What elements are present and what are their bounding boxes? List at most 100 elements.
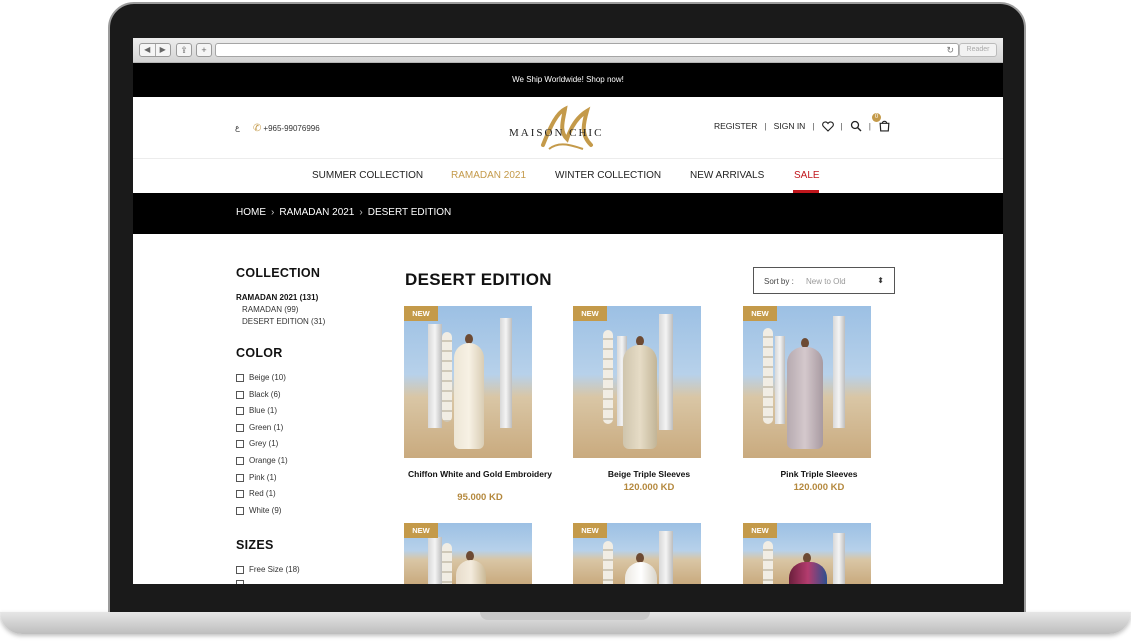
breadcrumb-current: DESERT EDITION — [367, 207, 452, 218]
nav-summer-collection[interactable]: SUMMER COLLECTION — [312, 170, 423, 181]
phone-link[interactable]: ✆ +965-99076996 — [253, 123, 320, 134]
model-dress — [623, 345, 657, 449]
sculpture-spheres — [603, 330, 613, 424]
model-dress — [454, 343, 484, 449]
laptop-notch — [480, 612, 650, 620]
checkbox[interactable] — [236, 580, 244, 584]
new-badge: NEW — [404, 523, 438, 538]
size-filter-free-size[interactable]: Free Size (18) — [236, 565, 300, 574]
color-filter-label: Grey (1) — [249, 439, 279, 448]
checkbox[interactable] — [236, 390, 244, 399]
collection-item[interactable]: DESERT EDITION (31) — [242, 317, 325, 326]
sculpture-spheres — [442, 332, 452, 422]
search-icon[interactable] — [850, 120, 862, 132]
sculpture-pillar — [428, 537, 442, 584]
nav-new-arrivals[interactable]: NEW ARRIVALS — [690, 170, 764, 181]
page-scrollbar[interactable] — [999, 38, 1003, 584]
color-filter-beige[interactable]: Beige (10) — [236, 373, 286, 382]
size-filter-partial[interactable] — [236, 580, 249, 584]
checkbox[interactable] — [236, 506, 244, 515]
product-name[interactable]: Chiffon White and Gold Embroidery — [404, 469, 556, 479]
nav-sale[interactable]: SALE — [794, 170, 820, 181]
product-name[interactable]: Pink Triple Sleeves — [743, 469, 895, 479]
site-logo[interactable]: MAISON CHIC — [503, 105, 633, 151]
color-filter-label: Red (1) — [249, 489, 276, 498]
checkbox[interactable] — [236, 423, 244, 432]
header-actions: REGISTER | SIGN IN | | | 0 — [714, 113, 892, 136]
back-forward-buttons[interactable]: ◀ ▶ — [139, 43, 171, 57]
breadcrumb-home[interactable]: HOME — [236, 207, 266, 218]
checkbox[interactable] — [236, 406, 244, 415]
color-filter-blue[interactable]: Blue (1) — [236, 406, 277, 415]
new-badge: NEW — [573, 306, 607, 321]
color-filter-grey[interactable]: Grey (1) — [236, 439, 278, 448]
breadcrumb: HOME › RAMADAN 2021 › DESERT EDITION — [133, 193, 1003, 234]
logo-wordmark: MAISON CHIC — [509, 127, 604, 139]
product-price: 120.000 KD — [793, 482, 845, 493]
new-badge: NEW — [404, 306, 438, 321]
collection-heading: COLLECTION — [236, 266, 321, 280]
sculpture-spheres — [763, 328, 773, 424]
select-arrows-icon: ⬍ — [877, 276, 884, 285]
color-filter-label: White (9) — [249, 506, 282, 515]
nav-winter-collection[interactable]: WINTER COLLECTION — [555, 170, 661, 181]
breadcrumb-ramadan-2021[interactable]: RAMADAN 2021 — [279, 207, 354, 218]
shopping-bag-icon — [879, 120, 890, 132]
checkbox[interactable] — [236, 473, 244, 482]
share-icon[interactable]: ⇪ — [176, 43, 192, 57]
new-tab-icon[interactable]: + — [196, 43, 212, 57]
reader-button[interactable]: Reader — [959, 43, 997, 57]
browser-toolbar: ◀ ▶ ⇪ + ↻ Reader — [133, 38, 1003, 63]
new-badge: NEW — [743, 306, 777, 321]
color-filter-label: Beige (10) — [249, 373, 286, 382]
model-dress — [625, 562, 657, 584]
reload-icon[interactable]: ↻ — [946, 44, 954, 56]
sculpture-pillar — [775, 336, 785, 424]
sign-in-link[interactable]: SIGN IN — [774, 121, 806, 131]
address-bar[interactable]: ↻ — [215, 43, 959, 57]
color-filter-label: Green (1) — [249, 423, 284, 432]
forward-icon[interactable]: ▶ — [154, 44, 171, 56]
cart-count-badge: 0 — [871, 113, 881, 122]
checkbox[interactable] — [236, 456, 244, 465]
cart-button[interactable]: 0 — [871, 113, 892, 133]
sculpture-pillar — [659, 531, 673, 584]
color-filter-white[interactable]: White (9) — [236, 506, 281, 515]
chevron-right-icon: › — [359, 207, 363, 218]
promo-banner[interactable]: We Ship Worldwide! Shop now! — [133, 63, 1003, 97]
nav-ramadan-2021[interactable]: RAMADAN 2021 — [451, 170, 526, 181]
sculpture-spheres — [763, 541, 773, 584]
register-link[interactable]: REGISTER — [714, 121, 757, 131]
color-heading: COLOR — [236, 346, 283, 360]
color-filter-red[interactable]: Red (1) — [236, 489, 276, 498]
color-filter-black[interactable]: Black (6) — [236, 390, 281, 399]
sort-dropdown[interactable]: Sort by : New to Old ⬍ — [753, 267, 895, 294]
color-filter-orange[interactable]: Orange (1) — [236, 456, 288, 465]
language-switch[interactable]: ع — [235, 123, 240, 132]
collection-item[interactable]: RAMADAN 2021 (131) — [236, 293, 318, 302]
product-name[interactable]: Beige Triple Sleeves — [573, 469, 725, 479]
checkbox[interactable] — [236, 439, 244, 448]
checkbox[interactable] — [236, 565, 244, 574]
model-dress — [789, 562, 827, 584]
heart-icon[interactable] — [821, 120, 834, 132]
color-filter-green[interactable]: Green (1) — [236, 423, 283, 432]
sculpture-pillar — [833, 316, 845, 428]
sculpture-spheres — [603, 541, 613, 584]
divider: | — [840, 121, 843, 131]
chevron-right-icon: › — [271, 207, 275, 218]
back-icon[interactable]: ◀ — [140, 44, 155, 56]
product-image[interactable] — [573, 306, 701, 458]
checkbox[interactable] — [236, 489, 244, 498]
product-image[interactable] — [404, 306, 532, 458]
phone-number: +965-99076996 — [263, 124, 320, 133]
color-filter-pink[interactable]: Pink (1) — [236, 473, 277, 482]
collection-item[interactable]: RAMADAN (99) — [242, 305, 298, 314]
product-price: 95.000 KD — [457, 492, 503, 503]
product-image[interactable] — [743, 306, 871, 458]
checkbox[interactable] — [236, 373, 244, 382]
page-title: DESERT EDITION — [405, 270, 552, 289]
model-dress — [456, 560, 486, 584]
sculpture-pillar — [833, 533, 845, 584]
product-price: 120.000 KD — [623, 482, 675, 493]
